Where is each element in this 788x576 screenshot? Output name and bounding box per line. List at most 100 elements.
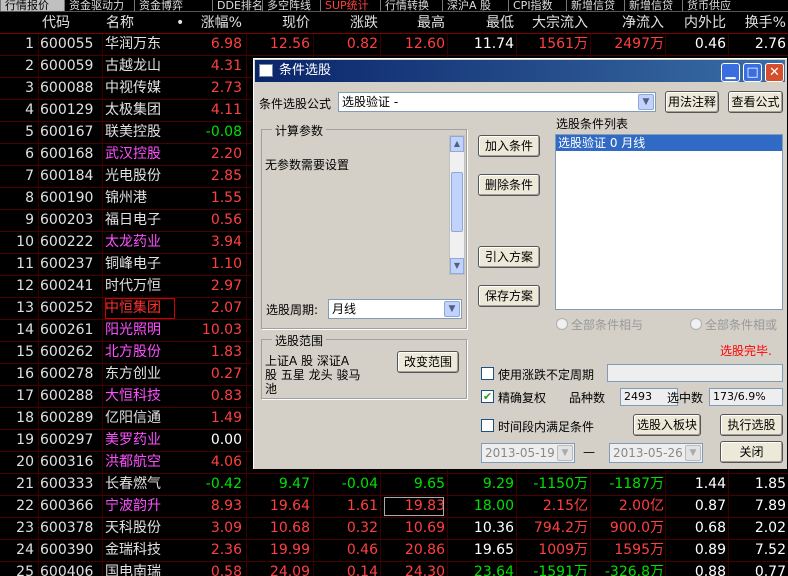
change-range-button[interactable]: 改变范围 [397, 351, 459, 373]
column-divider [590, 562, 591, 576]
exact-adjust-checkbox[interactable]: ✔ [481, 390, 494, 403]
cell-net: -1187万 [609, 476, 664, 492]
tab-item[interactable]: SUP统计 [320, 0, 380, 11]
radio-all-or[interactable] [690, 318, 702, 330]
column-header[interactable]: 涨跌 [316, 12, 378, 34]
cell-chg: 6.98 [210, 36, 242, 52]
tab-item[interactable]: 新增信贷 [624, 0, 682, 11]
cell-ratio: 0.89 [694, 542, 726, 558]
condition-list[interactable]: 选股验证 0 月线 [555, 134, 783, 310]
column-header[interactable]: 大宗流入 [518, 12, 588, 34]
cell-name: 武汉控股 [105, 146, 161, 162]
date-from-picker[interactable]: 2013-05-19 ▼ [481, 443, 575, 463]
tab-item[interactable]: 货币供应 [682, 0, 738, 11]
row-number: 12 [16, 278, 34, 294]
table-row[interactable]: 21 600333 长春燃气 -0.42 9.47 -0.04 9.65 9.29 -1150万… [0, 474, 788, 496]
cell-big: 2.15亿 [542, 498, 588, 514]
table-row[interactable]: 22 600366 宁波韵升 8.93 19.64 1.61 19.83 18.00 2.15亿… [0, 496, 788, 518]
column-divider [313, 496, 314, 517]
column-header[interactable]: 净流入 [594, 12, 664, 34]
unfixed-period-field[interactable] [607, 364, 783, 382]
chevron-down-icon: ▼ [685, 445, 701, 461]
row-number: 8 [25, 190, 34, 206]
maximize-icon[interactable]: □ [743, 63, 762, 82]
cell-chg: 4.11 [210, 102, 242, 118]
cell-name: 太龙药业 [105, 234, 161, 250]
table-row[interactable]: 24 600390 金瑞科技 2.36 19.99 0.46 20.86 19.65 1009万… [0, 540, 788, 562]
cell-name: 亿阳信通 [105, 410, 161, 426]
column-header[interactable]: 名称 [106, 12, 170, 34]
scroll-down-icon[interactable]: ▼ [450, 258, 464, 274]
column-divider [102, 540, 103, 561]
row-number: 9 [25, 212, 34, 228]
params-scrollbar[interactable]: ▲ ▼ [449, 135, 465, 275]
radio-all-and[interactable] [556, 318, 568, 330]
column-divider [38, 474, 39, 495]
column-divider [246, 518, 247, 539]
tab-item[interactable]: 多空阵线 [262, 0, 320, 11]
tab-item[interactable]: DDE排名 [212, 0, 262, 11]
tab-item[interactable]: 资金博弈 [134, 0, 212, 11]
period-select[interactable]: 月线 ▼ [328, 299, 462, 319]
scroll-thumb[interactable] [451, 172, 463, 232]
column-header[interactable]: 涨幅% [190, 12, 242, 34]
cell-chg: 4.31 [210, 58, 242, 74]
column-header[interactable]: 最低 [450, 12, 514, 34]
execute-selection-button[interactable]: 执行选股 [720, 414, 783, 436]
cell-chg: 0.83 [210, 388, 242, 404]
column-header[interactable]: 最高 [383, 12, 445, 34]
tab-item[interactable]: CPI指数 [508, 0, 566, 11]
dialog-titlebar[interactable]: 条件选股 ▁ □ ✕ [255, 60, 785, 82]
cell-net: -326.8万 [604, 564, 664, 576]
minimize-icon[interactable]: ▁ [721, 63, 740, 82]
cell-code: 600222 [40, 234, 94, 250]
column-header[interactable]: 现价 [250, 12, 310, 34]
tab-item[interactable]: 深沪A 股 [442, 0, 508, 11]
table-row[interactable]: 1 600055 华润万东 6.98 12.56 0.82 12.60 11.74 1561万 2… [0, 34, 788, 56]
close-icon[interactable]: ✕ [765, 63, 784, 82]
tab-item[interactable]: 行情转换 [380, 0, 442, 11]
row-number: 15 [16, 344, 34, 360]
formula-select[interactable]: 选股验证 - ▼ [338, 92, 656, 112]
tab-item[interactable]: 资金驱动力 [64, 0, 134, 11]
time-range-checkbox[interactable] [481, 419, 494, 432]
column-divider [516, 518, 517, 539]
scroll-up-icon[interactable]: ▲ [450, 136, 464, 152]
cell-name: 锦州港 [105, 190, 147, 206]
cell-chg: 1.55 [210, 190, 242, 206]
column-header[interactable]: 换手% [730, 12, 786, 34]
condition-list-item[interactable]: 选股验证 0 月线 [556, 135, 782, 151]
unfixed-period-checkbox[interactable] [481, 367, 494, 380]
view-formula-button[interactable]: 查看公式 [728, 91, 783, 113]
usage-notes-button[interactable]: 用法注释 [665, 91, 719, 113]
delete-condition-button[interactable]: 删除条件 [478, 174, 540, 196]
import-scheme-button[interactable]: 引入方案 [478, 246, 540, 268]
row-number: 11 [16, 256, 34, 272]
cell-ratio: 0.88 [694, 564, 726, 576]
column-header[interactable]: 代码 [42, 12, 98, 34]
column-divider [38, 496, 39, 517]
cell-name: 美罗药业 [105, 432, 161, 448]
cell-big: 1561万 [538, 36, 588, 52]
column-divider [665, 474, 666, 495]
column-header[interactable]: • [176, 12, 186, 34]
tab-item[interactable]: 新增信贷 [566, 0, 624, 11]
select-to-block-button[interactable]: 选股入板块 [633, 414, 701, 436]
column-divider [728, 518, 729, 539]
condition-list-label: 选股条件列表 [556, 117, 629, 131]
table-header: 代码 名称 • 涨幅% 现价 涨跌 最高 最低 大宗流入 净流入 内外比 换手% [0, 12, 788, 34]
table-row[interactable]: 23 600378 天科股份 3.09 10.68 0.32 10.69 10.36 794.2… [0, 518, 788, 540]
tab-item[interactable]: 行情报价 [0, 0, 64, 11]
add-condition-button[interactable]: 加入条件 [478, 135, 540, 157]
cell-chg: 1.49 [210, 410, 242, 426]
save-scheme-button[interactable]: 保存方案 [478, 285, 540, 307]
cell-name: 阳光照明 [105, 322, 161, 338]
cell-price: 12.56 [269, 36, 310, 52]
table-row[interactable]: 25 600406 国电南瑞 0.58 24.09 0.14 24.30 23.64 -1591… [0, 562, 788, 576]
row-number: 14 [16, 322, 34, 338]
column-divider [38, 364, 39, 385]
column-header[interactable]: 内外比 [668, 12, 726, 34]
close-button[interactable]: 关闭 [720, 441, 783, 463]
row-number: 17 [16, 388, 34, 404]
date-to-picker[interactable]: 2013-05-26 ▼ [609, 443, 703, 463]
